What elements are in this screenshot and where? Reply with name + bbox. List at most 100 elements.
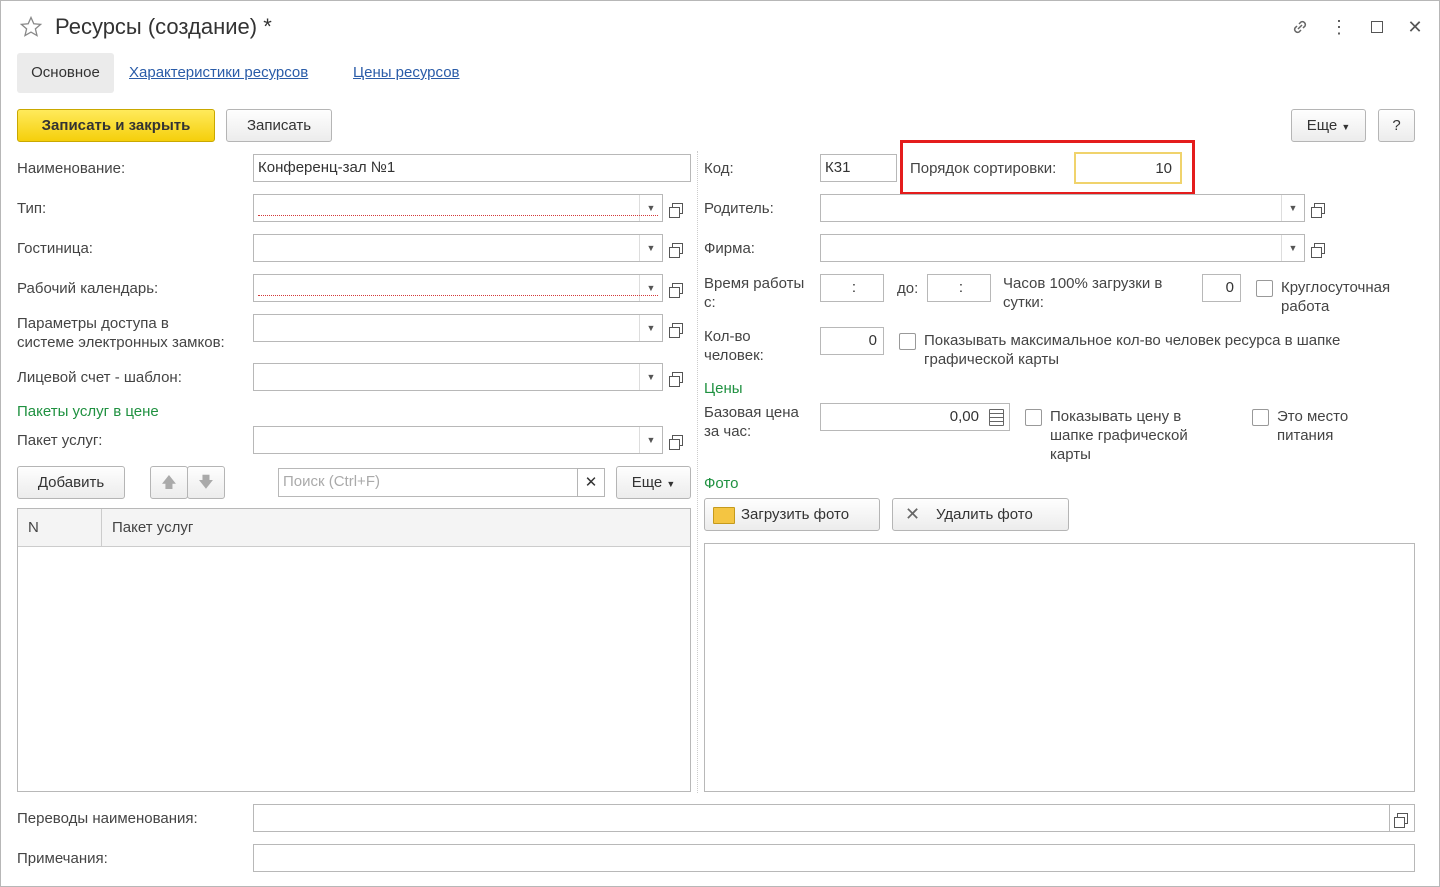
tab-main[interactable]: Основное [17, 53, 114, 93]
notes-input[interactable] [253, 844, 1415, 872]
translations-input[interactable] [253, 804, 1390, 832]
column-n[interactable]: N [18, 509, 102, 547]
time-from-input[interactable]: : [820, 274, 884, 302]
splitter[interactable] [697, 151, 698, 793]
more-button[interactable]: Еще ▼ [1291, 109, 1366, 142]
chevron-down-icon[interactable]: ▼ [639, 315, 662, 341]
link-icon[interactable] [1288, 15, 1312, 39]
add-button[interactable]: Добавить [17, 466, 125, 499]
hours-label-line1: Часов 100% загрузки в [1003, 275, 1163, 292]
to-label: до: [897, 280, 919, 297]
clear-search-icon[interactable]: ✕ [577, 468, 605, 497]
code-input[interactable]: К31 [820, 154, 897, 182]
account-field[interactable]: ▼ [253, 363, 663, 391]
show-price-checkbox[interactable] [1025, 409, 1042, 426]
package-field[interactable]: ▼ [253, 426, 663, 454]
delete-photo-button[interactable]: ✕ Удалить фото [892, 498, 1069, 531]
time-to-input[interactable]: : [927, 274, 991, 302]
access-field[interactable]: ▼ [253, 314, 663, 342]
upload-photo-label: Загрузить фото [741, 506, 850, 523]
column-package[interactable]: Пакет услуг [102, 509, 690, 547]
star-icon[interactable] [19, 15, 43, 39]
move-up-icon[interactable]: 🡅 [150, 466, 188, 499]
base-price-input[interactable]: 0,00 [820, 403, 1010, 431]
chevron-down-icon[interactable]: ▼ [639, 364, 662, 390]
photo-area[interactable] [704, 543, 1415, 792]
more-label: Еще [631, 474, 663, 491]
food-place-checkbox[interactable] [1252, 409, 1269, 426]
hours-input[interactable]: 0 [1202, 274, 1241, 302]
roundclock-checkbox[interactable] [1256, 280, 1273, 297]
delete-photo-label: Удалить фото [936, 506, 1033, 523]
show-price-label-line2: шапке графической [1050, 427, 1188, 444]
roundclock-label-line2: работа [1281, 298, 1330, 315]
save-and-close-button[interactable]: Записать и закрыть [17, 109, 215, 142]
chevron-down-icon[interactable]: ▼ [639, 195, 662, 221]
base-price-label-line1: Базовая цена [704, 404, 799, 421]
parent-label: Родитель: [704, 200, 774, 217]
translations-label: Переводы наименования: [17, 810, 198, 827]
open-icon[interactable] [666, 194, 688, 222]
chevron-down-icon: ▼ [666, 479, 676, 489]
help-button[interactable]: ? [1378, 109, 1415, 142]
account-label: Лицевой счет - шаблон: [17, 369, 182, 386]
open-icon[interactable] [1308, 194, 1330, 222]
open-icon[interactable] [666, 274, 688, 302]
name-input[interactable]: Конференц-зал №1 [253, 154, 691, 182]
open-icon[interactable] [1308, 234, 1330, 262]
more-vertical-icon[interactable]: ⋮ [1327, 15, 1351, 39]
chevron-down-icon: ▼ [1341, 122, 1351, 132]
type-field[interactable]: ▼ [253, 194, 663, 222]
window-title: Ресурсы (создание) * [55, 14, 272, 39]
search-input[interactable]: Поиск (Ctrl+F) [278, 468, 578, 497]
roundclock-label-line1: Круглосуточная [1281, 279, 1391, 296]
calendar-field[interactable]: ▼ [253, 274, 663, 302]
tab-prices[interactable]: Цены ресурсов [353, 53, 460, 93]
calendar-label: Рабочий календарь: [17, 280, 159, 297]
open-icon[interactable] [666, 234, 688, 262]
delete-icon: ✕ [905, 504, 921, 524]
parent-field[interactable]: ▼ [820, 194, 1305, 222]
work-time-label-line1: Время работы [704, 275, 805, 292]
chevron-down-icon[interactable]: ▼ [639, 427, 662, 453]
access-label-line2: системе электронных замков: [17, 334, 225, 351]
chevron-down-icon[interactable]: ▼ [639, 275, 662, 301]
show-price-label-line1: Показывать цену в [1050, 408, 1182, 425]
code-label: Код: [704, 160, 734, 177]
close-icon[interactable]: ✕ [1403, 15, 1427, 39]
open-icon[interactable] [1390, 804, 1415, 832]
chevron-down-icon[interactable]: ▼ [1281, 235, 1304, 261]
show-price-label-line3: карты [1050, 446, 1091, 463]
table-more-button[interactable]: Еще ▼ [616, 466, 691, 499]
calculator-icon[interactable] [989, 409, 1004, 426]
packages-table[interactable]: N Пакет услуг [17, 508, 691, 792]
persons-label-line2: человек: [704, 347, 764, 364]
food-place-label-line2: питания [1277, 427, 1334, 444]
open-icon[interactable] [666, 426, 688, 454]
hotel-label: Гостиница: [17, 240, 93, 257]
more-label: Еще [1306, 117, 1338, 134]
name-label: Наименование: [17, 160, 126, 177]
photo-group-title: Фото [704, 475, 739, 492]
notes-label: Примечания: [17, 850, 108, 867]
folder-icon [713, 507, 735, 524]
work-time-label-line2: с: [704, 294, 716, 311]
persons-input[interactable]: 0 [820, 327, 884, 355]
show-max-checkbox[interactable] [899, 333, 916, 350]
base-price-label-line2: за час: [704, 423, 752, 440]
save-button[interactable]: Записать [226, 109, 332, 142]
chevron-down-icon[interactable]: ▼ [639, 235, 662, 261]
form-window: Ресурсы (создание) * ⋮ ✕ Основное Характ… [0, 0, 1440, 887]
upload-photo-button[interactable]: Загрузить фото [704, 498, 880, 531]
chevron-down-icon[interactable]: ▼ [1281, 195, 1304, 221]
move-down-icon[interactable]: 🡇 [187, 466, 225, 499]
packages-group-title: Пакеты услуг в цене [17, 403, 159, 420]
firm-field[interactable]: ▼ [820, 234, 1305, 262]
open-icon[interactable] [666, 363, 688, 391]
food-place-label-line1: Это место [1277, 408, 1349, 425]
tab-characteristics[interactable]: Характеристики ресурсов [129, 53, 308, 93]
hotel-field[interactable]: ▼ [253, 234, 663, 262]
show-max-label-line2: графической карты [924, 351, 1060, 368]
maximize-icon[interactable] [1365, 15, 1389, 39]
open-icon[interactable] [666, 314, 688, 342]
